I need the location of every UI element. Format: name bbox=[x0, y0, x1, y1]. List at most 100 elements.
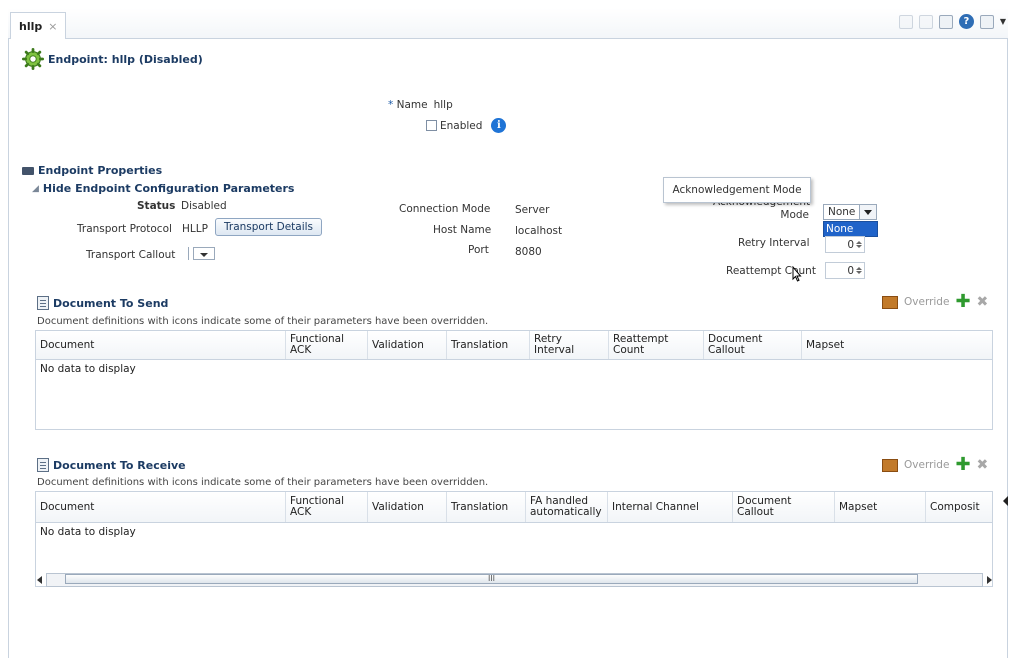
save-as-icon[interactable] bbox=[938, 14, 953, 29]
delete-icon[interactable]: ✖ bbox=[977, 457, 989, 473]
add-icon[interactable]: ✚ bbox=[955, 456, 970, 474]
port-value: 8080 bbox=[515, 246, 542, 258]
save-icon[interactable] bbox=[918, 14, 933, 29]
gear-icon bbox=[22, 48, 44, 70]
export-icon[interactable] bbox=[898, 14, 913, 29]
chevron-down-icon[interactable]: ▼ bbox=[1000, 17, 1006, 26]
toolbar: ? ▼ bbox=[898, 14, 1006, 29]
connection-mode-label: Connection Mode bbox=[399, 203, 491, 215]
transport-callout-label: Transport Callout bbox=[86, 249, 176, 261]
name-value: hllp bbox=[433, 99, 453, 111]
col-fa-handled[interactable]: FA handled automatically bbox=[526, 492, 608, 522]
mouse-pointer-icon bbox=[792, 266, 802, 282]
document-to-receive-header: Document To Receive bbox=[37, 458, 186, 472]
endpoint-properties-header: Endpoint Properties bbox=[22, 164, 162, 177]
document-to-receive-title: Document To Receive bbox=[53, 458, 186, 472]
send-actions: Override ✚ ✖ bbox=[882, 293, 989, 311]
name-row: * Name hllp bbox=[388, 99, 453, 111]
reattempt-count-value: 0 bbox=[847, 264, 854, 277]
scroll-thumb[interactable]: III bbox=[65, 574, 918, 584]
collapse-triangle-icon: ◢ bbox=[32, 183, 39, 194]
host-name-label: Host Name bbox=[433, 224, 492, 236]
hide-config-label: Hide Endpoint Configuration Parameters bbox=[42, 182, 295, 195]
spinner-arrows-icon[interactable] bbox=[856, 267, 862, 274]
document-to-send-header: Document To Send bbox=[37, 296, 168, 310]
scroll-left-icon[interactable] bbox=[37, 576, 42, 584]
status-value: Disabled bbox=[181, 200, 227, 212]
retry-interval-label: Retry Interval bbox=[738, 237, 810, 249]
enabled-checkbox[interactable] bbox=[426, 120, 437, 131]
col-validation[interactable]: Validation bbox=[368, 331, 447, 359]
connection-mode-value: Server bbox=[515, 204, 550, 216]
add-icon[interactable]: ✚ bbox=[955, 293, 970, 311]
transport-callout-field[interactable] bbox=[188, 247, 215, 260]
scroll-track[interactable]: III bbox=[46, 573, 983, 587]
col-validation[interactable]: Validation bbox=[368, 492, 447, 522]
enabled-row: Enabled i bbox=[426, 118, 507, 133]
col-functional-ack[interactable]: Functional ACK bbox=[286, 492, 368, 522]
receive-override-button[interactable]: Override bbox=[904, 459, 949, 471]
col-reattempt-count[interactable]: Reattempt Count bbox=[609, 331, 704, 359]
status-label: Status bbox=[137, 200, 176, 212]
ack-mode-option-none[interactable]: None bbox=[823, 221, 878, 237]
enabled-label: Enabled bbox=[440, 119, 483, 132]
col-document-callout[interactable]: Document Callout bbox=[733, 492, 835, 522]
col-mapset[interactable]: Mapset bbox=[835, 492, 926, 522]
receive-empty-message: No data to display bbox=[40, 526, 136, 538]
tab-hllp[interactable]: hllp × bbox=[10, 12, 67, 39]
override-icon[interactable] bbox=[882, 458, 898, 472]
info-icon[interactable]: i bbox=[491, 118, 507, 133]
page-title: Endpoint: hllp (Disabled) bbox=[22, 48, 203, 70]
name-label: * Name bbox=[388, 99, 428, 111]
col-functional-ack[interactable]: Functional ACK bbox=[286, 331, 368, 359]
receive-actions: Override ✚ ✖ bbox=[882, 456, 989, 474]
transport-protocol-label: Transport Protocol bbox=[77, 223, 172, 235]
document-to-send-title: Document To Send bbox=[53, 296, 169, 310]
scroll-left-column-icon[interactable] bbox=[1003, 496, 1008, 506]
port-label: Port bbox=[468, 244, 489, 256]
col-document[interactable]: Document bbox=[36, 331, 286, 359]
retry-interval-spinner[interactable]: 0 bbox=[825, 236, 865, 253]
ack-mode-tooltip: Acknowledgement Mode bbox=[663, 177, 811, 203]
receive-table-header: Document Functional ACK Validation Trans… bbox=[36, 492, 992, 523]
document-icon bbox=[37, 458, 49, 472]
receive-table-hscrollbar[interactable]: III bbox=[37, 573, 992, 587]
col-mapset[interactable]: Mapset bbox=[802, 331, 992, 359]
send-table-header: Document Functional ACK Validation Trans… bbox=[36, 331, 992, 360]
spinner-arrows-icon[interactable] bbox=[856, 241, 862, 248]
col-translation[interactable]: Translation bbox=[447, 492, 526, 522]
col-composite[interactable]: Composit bbox=[926, 492, 992, 522]
col-document[interactable]: Document bbox=[36, 492, 286, 522]
endpoint-properties-title: Endpoint Properties bbox=[38, 164, 163, 177]
send-empty-message: No data to display bbox=[40, 363, 136, 375]
properties-icon bbox=[22, 166, 34, 175]
send-description: Document definitions with icons indicate… bbox=[37, 316, 489, 327]
hide-config-toggle[interactable]: ◢ Hide Endpoint Configuration Parameters bbox=[32, 182, 294, 195]
tab-label: hllp bbox=[19, 19, 43, 33]
page-title-text: Endpoint: hllp (Disabled) bbox=[48, 52, 203, 66]
transport-details-button[interactable]: Transport Details bbox=[215, 218, 323, 236]
transport-protocol-value: HLLP bbox=[182, 223, 208, 235]
send-override-button[interactable]: Override bbox=[904, 296, 949, 308]
help-icon[interactable]: ? bbox=[958, 14, 974, 29]
chevron-down-icon[interactable] bbox=[859, 205, 876, 219]
host-name-value: localhost bbox=[515, 225, 563, 237]
ack-mode-selected: None bbox=[828, 206, 856, 218]
tab-bar: hllp × bbox=[8, 8, 1008, 39]
override-icon[interactable] bbox=[882, 295, 898, 309]
receive-description: Document definitions with icons indicate… bbox=[37, 477, 489, 488]
ack-mode-select[interactable]: None bbox=[823, 204, 877, 220]
col-translation[interactable]: Translation bbox=[447, 331, 530, 359]
delete-icon[interactable]: ✖ bbox=[977, 294, 989, 310]
scroll-right-icon[interactable] bbox=[987, 576, 992, 584]
send-table: Document Functional ACK Validation Trans… bbox=[35, 330, 993, 430]
tab-close-icon[interactable]: × bbox=[48, 20, 57, 33]
retry-interval-value: 0 bbox=[847, 238, 854, 251]
col-retry-interval[interactable]: Retry Interval bbox=[530, 331, 609, 359]
reattempt-count-spinner[interactable]: 0 bbox=[825, 262, 865, 279]
transport-callout-dropdown[interactable] bbox=[193, 247, 215, 260]
document-icon bbox=[37, 296, 49, 310]
col-internal-channel[interactable]: Internal Channel bbox=[608, 492, 733, 522]
menu-icon[interactable] bbox=[979, 14, 994, 29]
col-document-callout[interactable]: Document Callout bbox=[704, 331, 802, 359]
